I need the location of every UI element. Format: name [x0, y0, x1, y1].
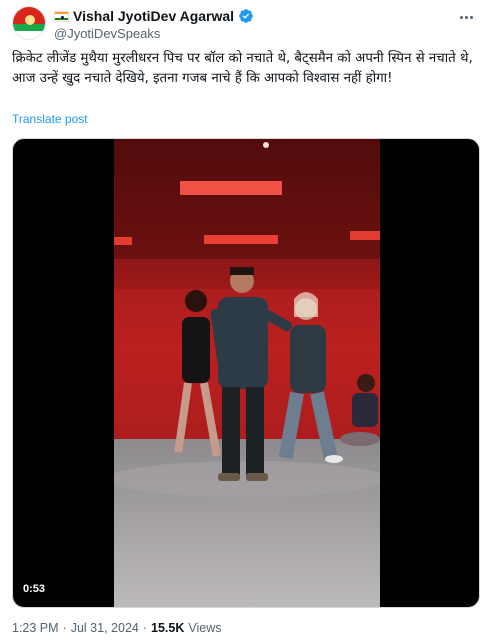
- india-flag-icon: [54, 10, 69, 22]
- avatar[interactable]: [12, 6, 46, 40]
- views-count[interactable]: 15.5K: [151, 621, 184, 635]
- author-handle[interactable]: @JyotiDevSpeaks: [54, 26, 160, 41]
- author-display-name[interactable]: Vishal JyotiDev Agarwal: [73, 8, 234, 24]
- tweet-text: क्रिकेट लीजेंड मुथैया मुरलीधरन पिच पर बॉ…: [12, 49, 478, 89]
- author-name-row[interactable]: Vishal JyotiDev Agarwal: [54, 7, 254, 25]
- video-thumbnail: [114, 139, 380, 607]
- video-duration: 0:53: [23, 583, 46, 595]
- video-player[interactable]: 0:53: [12, 138, 480, 608]
- verified-badge-icon: [239, 9, 253, 23]
- tweet-text-line-2: आज उन्हें खुद नचाते देखिये, इतना गजब नाच…: [12, 71, 393, 86]
- more-options-icon[interactable]: [456, 8, 476, 26]
- tweet-date[interactable]: Jul 31, 2024: [71, 621, 139, 635]
- views-label: Views: [188, 621, 222, 635]
- tweet-text-line-1: क्रिकेट लीजेंड मुथैया मुरलीधरन पिच पर बॉ…: [12, 51, 473, 66]
- avatar-emblem: [25, 15, 35, 25]
- meta-separator: ·: [142, 621, 148, 635]
- tweet-header: Vishal JyotiDev Agarwal @JyotiDevSpeaks: [12, 6, 480, 42]
- translate-post-link[interactable]: Translate post: [12, 112, 88, 126]
- meta-separator: ·: [62, 621, 67, 635]
- tweet-time[interactable]: 1:23 PM: [12, 621, 59, 635]
- tweet-meta: 1:23 PM · Jul 31, 2024 · 15.5K Views: [12, 621, 222, 635]
- video-frame[interactable]: [114, 139, 380, 607]
